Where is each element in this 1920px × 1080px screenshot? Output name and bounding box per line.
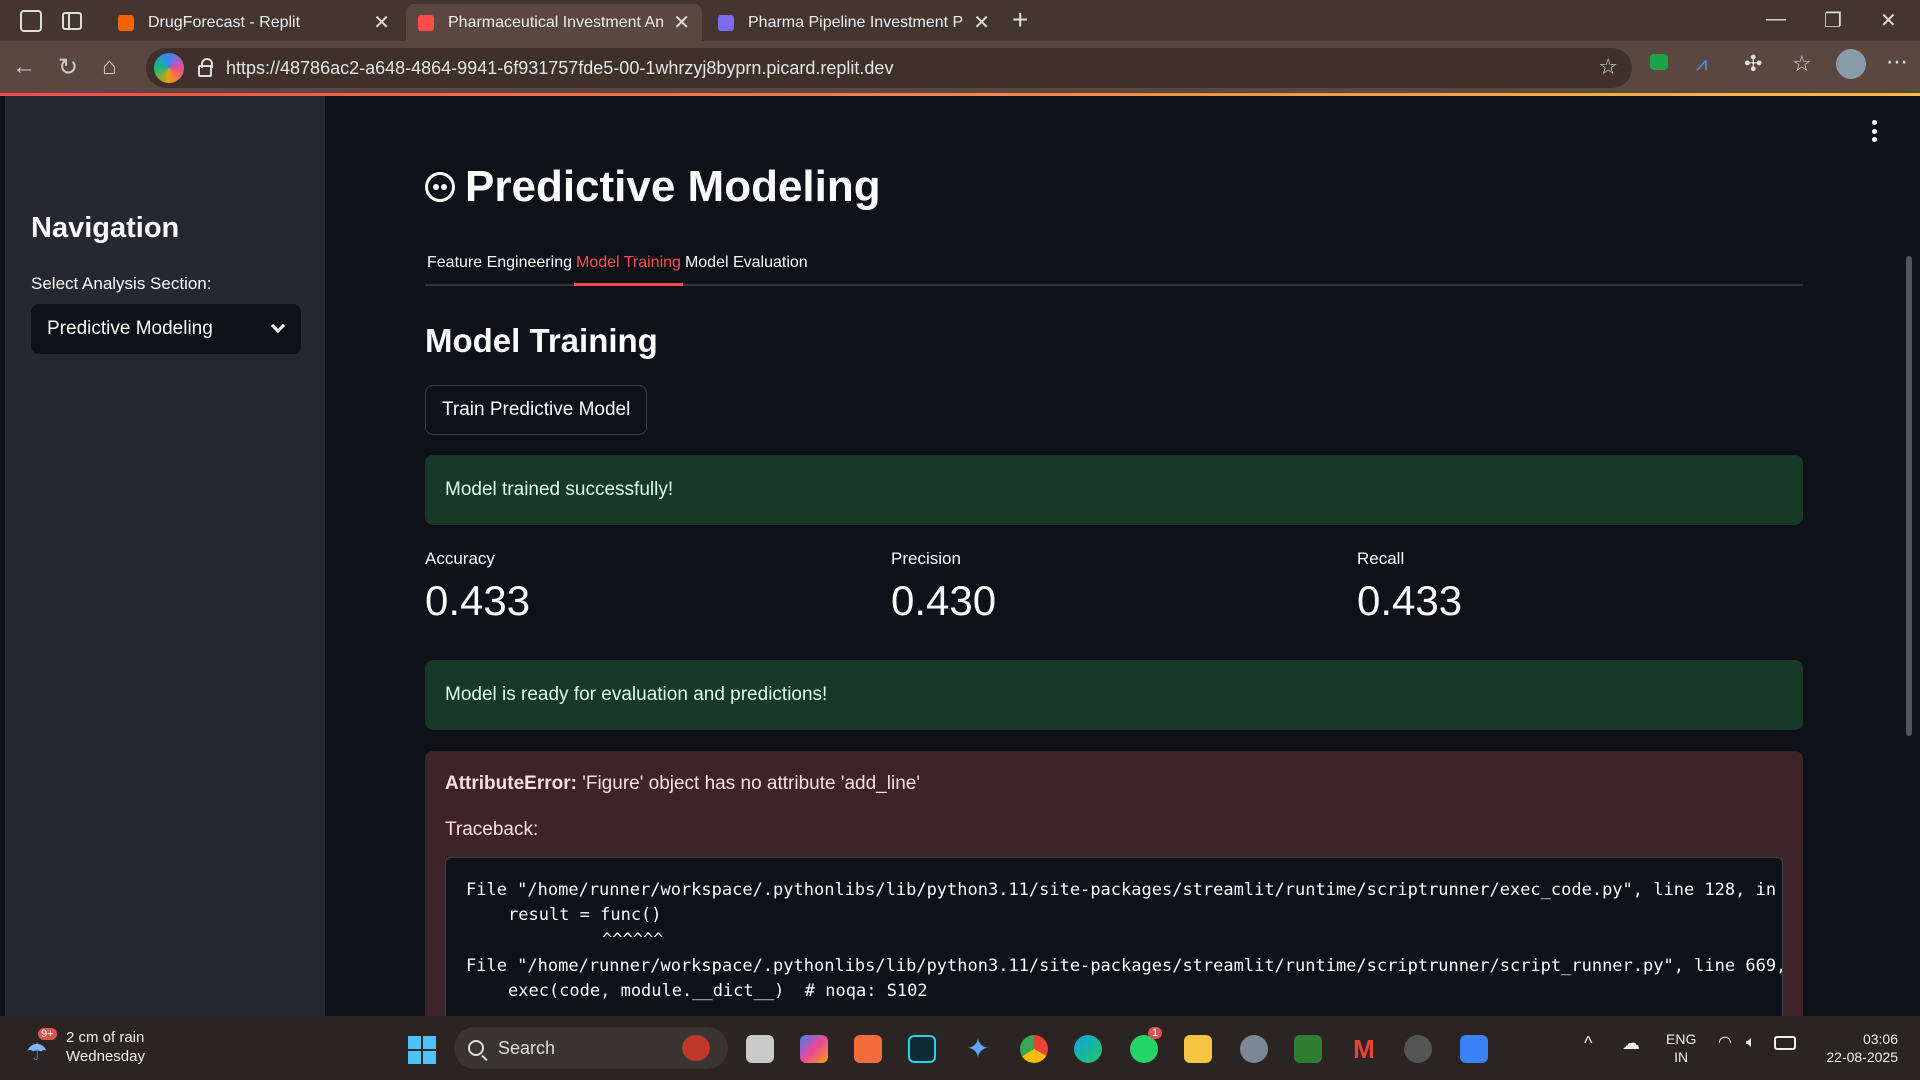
browser-tab-pharma-analysis[interactable]: Pharmaceutical Investment Analy ✕ (406, 4, 702, 41)
extension-ai-icon[interactable]: ⩘ (1696, 53, 1720, 77)
select-value: Predictive Modeling (47, 318, 213, 339)
url-text[interactable]: https://48786ac2-a648-4864-9941-6f931757… (226, 58, 893, 79)
favorite-star-icon[interactable]: ☆ (1598, 54, 1618, 80)
tab-model-training[interactable]: Model Training (573, 250, 683, 286)
tab-model-evaluation[interactable]: Model Evaluation (683, 250, 810, 286)
copilot-app-icon[interactable] (800, 1035, 828, 1063)
home-icon[interactable]: ⌂ (102, 53, 117, 81)
browser-menu-icon[interactable]: ⋯ (1886, 49, 1910, 74)
metric-recall: Recall 0.433 (1357, 549, 1463, 624)
extensions-puzzle-icon[interactable]: ✣ (1744, 51, 1768, 76)
refresh-icon[interactable]: ↻ (58, 53, 78, 82)
robot-icon (425, 172, 455, 202)
minimize-icon[interactable]: — (1766, 8, 1786, 31)
favorites-icon[interactable]: ☆ (1792, 51, 1816, 76)
language-indicator[interactable]: ENG IN (1666, 1030, 1696, 1066)
close-tab-icon[interactable]: ✕ (673, 10, 690, 35)
select-label: Select Analysis Section: (31, 274, 212, 293)
claude-app-icon[interactable] (854, 1035, 882, 1063)
whatsapp-badge: 1 (1148, 1027, 1163, 1039)
wifi-icon[interactable]: ◠ (1718, 1034, 1732, 1052)
clock[interactable]: 03:06 22-08-2025 (1820, 1030, 1898, 1066)
browser-tab-drugforecast[interactable]: DrugForecast - Replit ✕ (106, 4, 402, 41)
battery-icon[interactable] (1774, 1036, 1796, 1050)
success-alert-ready: Model is ready for evaluation and predic… (425, 660, 1803, 730)
sidebar: Navigation Select Analysis Section: Pred… (5, 96, 325, 1016)
close-window-icon[interactable]: ✕ (1880, 8, 1897, 33)
task-view-icon[interactable] (746, 1035, 774, 1063)
file-explorer-icon[interactable] (1184, 1035, 1212, 1063)
extension-chat-icon[interactable] (1650, 54, 1668, 70)
volume-icon[interactable]: 🔈︎ (1746, 1034, 1756, 1052)
page-scrollbar[interactable] (1906, 256, 1912, 736)
search-highlight-icon (682, 1035, 710, 1061)
lock-icon[interactable] (198, 58, 213, 77)
chrome-app-icon[interactable] (1020, 1035, 1048, 1063)
close-tab-icon[interactable]: ✕ (973, 10, 990, 35)
success-alert-trained: Model trained successfully! (425, 455, 1803, 525)
gemini-app-icon[interactable]: ✦ (964, 1035, 992, 1063)
onedrive-cloud-icon[interactable]: ☁ (1622, 1034, 1640, 1052)
traceback-code-block[interactable]: File "/home/runner/workspace/.pythonlibs… (445, 857, 1783, 1016)
back-icon[interactable]: ← (12, 53, 36, 81)
train-model-button[interactable]: Train Predictive Model (425, 385, 648, 435)
page-title: Predictive Modeling (425, 162, 881, 212)
error-alert: AttributeError: 'Figure' object has no a… (425, 751, 1803, 1016)
perplexity-app-icon[interactable] (908, 1035, 936, 1063)
windows-start-icon[interactable] (408, 1036, 436, 1064)
search-icon (468, 1040, 484, 1056)
metric-precision: Precision 0.430 (891, 549, 997, 624)
browser-tab-bar: DrugForecast - Replit ✕ Pharmaceutical I… (0, 0, 1920, 41)
tab-list: Feature Engineering Model Training Model… (425, 250, 1803, 286)
workspaces-icon[interactable] (20, 9, 42, 32)
chevron-down-icon (270, 318, 286, 334)
umbrella-rain-icon: ☂ 9+ (26, 1028, 57, 1066)
chatgpt-app-icon[interactable] (1294, 1035, 1322, 1063)
streamlit-app: Navigation Select Analysis Section: Pred… (0, 96, 1920, 1016)
sidebar-title: Navigation (31, 212, 180, 244)
whatsapp-app-icon[interactable]: 1 (1130, 1027, 1163, 1063)
app-menu-icon[interactable] (1872, 120, 1878, 142)
windows-taskbar: ☂ 9+ 2 cm of rain Wednesday Search ✦ 1 M… (0, 1016, 1920, 1080)
metric-accuracy: Accuracy 0.433 (425, 549, 531, 624)
restore-icon[interactable]: ❐ (1824, 8, 1842, 33)
section-title: Model Training (425, 322, 658, 359)
vertical-tabs-icon[interactable] (62, 11, 82, 30)
weather-widget[interactable]: ☂ 9+ 2 cm of rain Wednesday (26, 1028, 145, 1066)
tab-feature-engineering[interactable]: Feature Engineering (425, 250, 574, 286)
traceback-label: Traceback: (445, 819, 539, 840)
error-message: AttributeError: 'Figure' object has no a… (445, 773, 920, 794)
copilot-icon[interactable] (154, 53, 184, 83)
notification-badge: 9+ (38, 1028, 57, 1040)
gmail-app-icon[interactable]: M (1350, 1035, 1378, 1063)
app-favicon-icon (718, 14, 734, 31)
notepad-app-icon[interactable] (1460, 1035, 1488, 1063)
chevron-up-icon[interactable]: ^ (1584, 1034, 1592, 1052)
address-bar-row: ← ↻ ⌂ https://48786ac2-a648-4864-9941-6f… (0, 41, 1920, 93)
url-field[interactable]: https://48786ac2-a648-4864-9941-6f931757… (146, 48, 1632, 88)
settings-gear-icon[interactable] (1240, 1035, 1268, 1063)
browser-tab-pharma-pipeline[interactable]: Pharma Pipeline Investment Platfo ✕ (706, 4, 1002, 41)
new-tab-icon[interactable]: + (1012, 4, 1028, 36)
streamlit-favicon-icon (418, 14, 434, 31)
taskbar-search[interactable]: Search (454, 1027, 728, 1069)
close-tab-icon[interactable]: ✕ (373, 10, 390, 35)
profile-avatar[interactable] (1836, 49, 1866, 79)
edge-app-icon[interactable] (1074, 1035, 1102, 1063)
analysis-section-select[interactable]: Predictive Modeling (31, 304, 301, 354)
github-app-icon[interactable] (1404, 1035, 1432, 1063)
replit-favicon-icon (118, 14, 134, 31)
